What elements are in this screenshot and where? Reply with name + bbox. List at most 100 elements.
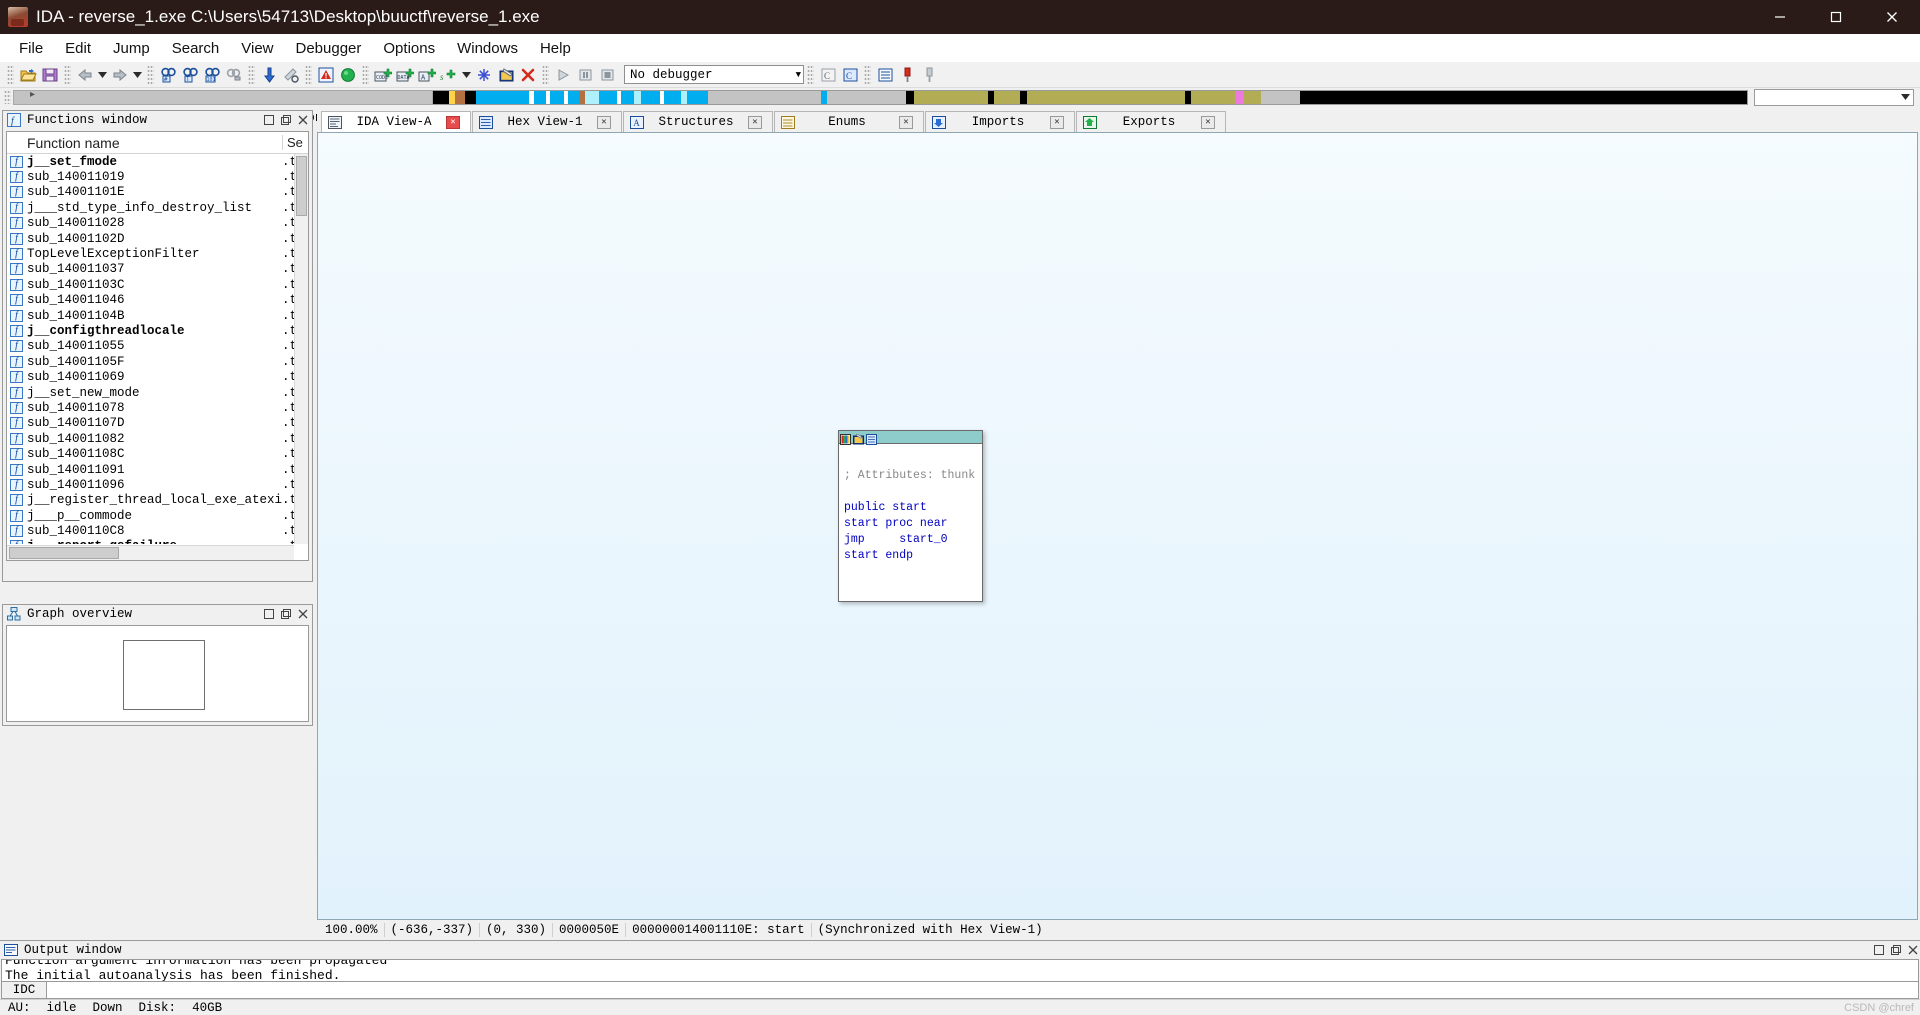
float-panel-button[interactable] xyxy=(1889,943,1903,957)
unpin-icon[interactable] xyxy=(918,64,940,86)
run-green-icon[interactable] xyxy=(337,64,359,86)
function-list-row[interactable]: f sub_14001104B .t xyxy=(7,308,308,323)
tab-hex-view-1[interactable]: Hex View-1 ✕ xyxy=(472,111,622,132)
tab-structures[interactable]: A Structures ✕ xyxy=(623,111,773,132)
color-palette-icon[interactable] xyxy=(840,432,851,445)
tab-ida-view-a[interactable]: IDA View-A ✕ xyxy=(321,111,471,132)
function-list-row[interactable]: f sub_140011078 .t xyxy=(7,400,308,415)
toolbar-grip-search[interactable] xyxy=(147,64,154,85)
output-log[interactable]: Function argument information has been p… xyxy=(1,959,1919,981)
save-icon[interactable] xyxy=(39,64,61,86)
maximize-panel-button[interactable] xyxy=(262,113,276,127)
menu-item-debugger[interactable]: Debugger xyxy=(285,38,373,59)
tab-close-icon[interactable]: ✕ xyxy=(597,115,611,129)
navband-grip[interactable] xyxy=(4,90,11,104)
float-panel-button[interactable] xyxy=(279,607,293,621)
search-binary-icon[interactable]: 101 xyxy=(201,64,223,86)
close-panel-button[interactable] xyxy=(296,113,310,127)
toolbar-grip-nav[interactable] xyxy=(64,64,71,85)
toolbar-grip-mark[interactable] xyxy=(305,64,312,85)
menu-item-search[interactable]: Search xyxy=(161,38,231,59)
function-list-row[interactable]: f sub_14001101E .t xyxy=(7,185,308,200)
function-list-row[interactable]: f sub_140011028 .t xyxy=(7,216,308,231)
function-list-row[interactable]: f sub_14001107D .t xyxy=(7,416,308,431)
close-panel-button[interactable] xyxy=(296,607,310,621)
tab-exports[interactable]: Exports ✕ xyxy=(1076,111,1226,132)
function-list-row[interactable]: f j___p__commode .t xyxy=(7,508,308,523)
make-code-icon[interactable]: CODE xyxy=(372,64,394,86)
function-list-row[interactable]: f j__configthreadlocale .t xyxy=(7,323,308,338)
maximize-panel-button[interactable] xyxy=(262,607,276,621)
back-dropdown-icon[interactable] xyxy=(96,64,109,86)
function-list-row[interactable]: f j__set_new_mode .t xyxy=(7,385,308,400)
function-list-row[interactable]: f sub_1400110C8 .t xyxy=(7,523,308,538)
debug-pause-icon[interactable] xyxy=(574,64,596,86)
ida-graph-view[interactable]: ; Attributes: thunk public start start pr… xyxy=(317,132,1918,920)
toolbar-grip-misc[interactable] xyxy=(864,64,871,85)
function-list-row[interactable]: f sub_14001103C .t xyxy=(7,277,308,292)
tab-close-icon[interactable]: ✕ xyxy=(1050,115,1064,129)
functions-list[interactable]: f j__set_fmode .t f sub_140011019 .t f sub_1400… xyxy=(7,154,308,544)
output-command-input[interactable] xyxy=(47,982,1918,998)
close-panel-button[interactable] xyxy=(1906,943,1920,957)
function-list-row[interactable]: f sub_14001102D .t xyxy=(7,231,308,246)
menu-item-edit[interactable]: Edit xyxy=(54,38,102,59)
maximize-button[interactable] xyxy=(1808,0,1864,34)
menu-item-help[interactable]: Help xyxy=(529,38,582,59)
function-list-row[interactable]: f j__set_fmode .t xyxy=(7,154,308,169)
function-list-row[interactable]: f sub_14001108C .t xyxy=(7,446,308,461)
function-list-row[interactable]: f j___std_type_info_destroy_list .t xyxy=(7,200,308,215)
pin-icon[interactable] xyxy=(896,64,918,86)
debugger-select[interactable]: No debugger ▼ xyxy=(624,65,804,84)
tab-enums[interactable]: Enums ✕ xyxy=(774,111,924,132)
function-list-row[interactable]: f sub_140011091 .t xyxy=(7,462,308,477)
forward-arrow-icon[interactable] xyxy=(109,64,131,86)
close-button[interactable] xyxy=(1864,0,1920,34)
open-file-icon[interactable] xyxy=(17,64,39,86)
debug-run-icon[interactable] xyxy=(552,64,574,86)
tab-close-icon[interactable]: ✕ xyxy=(1201,115,1215,129)
functions-list-vscrollbar[interactable] xyxy=(294,154,308,544)
toolbar-grip-decompile[interactable] xyxy=(807,64,814,85)
function-list-row[interactable]: f sub_140011037 .t xyxy=(7,262,308,277)
menu-item-file[interactable]: File xyxy=(8,38,54,59)
toolbar-grip-debug[interactable] xyxy=(542,64,549,85)
function-list-row[interactable]: f sub_140011096 .t xyxy=(7,477,308,492)
undefine-icon[interactable] xyxy=(280,64,302,86)
search-hash-icon[interactable]: # xyxy=(157,64,179,86)
function-list-row[interactable]: f j__register_thread_local_exe_atexit· .t xyxy=(7,493,308,508)
tab-close-icon[interactable]: ✕ xyxy=(748,115,762,129)
scrollbar-thumb[interactable] xyxy=(296,156,307,216)
function-list-row[interactable]: f sub_140011046 .t xyxy=(7,293,308,308)
navband-cursor[interactable] xyxy=(908,90,911,104)
tab-close-icon[interactable]: ✕ xyxy=(899,115,913,129)
function-list-row[interactable]: f sub_14001105F .t xyxy=(7,354,308,369)
float-panel-button[interactable] xyxy=(279,113,293,127)
hex-dump-icon[interactable] xyxy=(874,64,896,86)
minimize-button[interactable] xyxy=(1752,0,1808,34)
decompile-c-icon[interactable]: C xyxy=(817,64,839,86)
edit-node-icon[interactable] xyxy=(853,432,864,444)
make-struct-icon[interactable]: s xyxy=(438,64,460,86)
column-header-segment[interactable]: Se xyxy=(282,135,308,150)
alert-icon[interactable] xyxy=(315,64,337,86)
delete-function-icon[interactable] xyxy=(517,64,539,86)
toolbar-grip[interactable] xyxy=(7,64,14,85)
toolbar-grip-make[interactable] xyxy=(362,64,369,85)
menu-item-view[interactable]: View xyxy=(230,38,284,59)
tab-close-icon[interactable]: ✕ xyxy=(446,115,460,129)
output-input-mode-button[interactable]: IDC xyxy=(2,982,47,998)
search-next-icon[interactable] xyxy=(223,64,245,86)
node-properties-icon[interactable] xyxy=(866,432,877,445)
scrollbar-thumb[interactable] xyxy=(9,547,119,559)
menu-item-windows[interactable]: Windows xyxy=(446,38,529,59)
functions-list-hscrollbar[interactable] xyxy=(7,545,294,560)
column-header-function-name[interactable]: Function name xyxy=(7,135,282,151)
function-list-row[interactable]: f TopLevelExceptionFilter .t xyxy=(7,246,308,261)
debug-stop-icon[interactable] xyxy=(596,64,618,86)
make-array-icon[interactable] xyxy=(473,64,495,86)
decompile-all-icon[interactable]: C xyxy=(839,64,861,86)
make-ascii-icon[interactable]: A xyxy=(416,64,438,86)
search-text-icon[interactable]: T xyxy=(179,64,201,86)
toolbar-grip-jump[interactable] xyxy=(248,64,255,85)
